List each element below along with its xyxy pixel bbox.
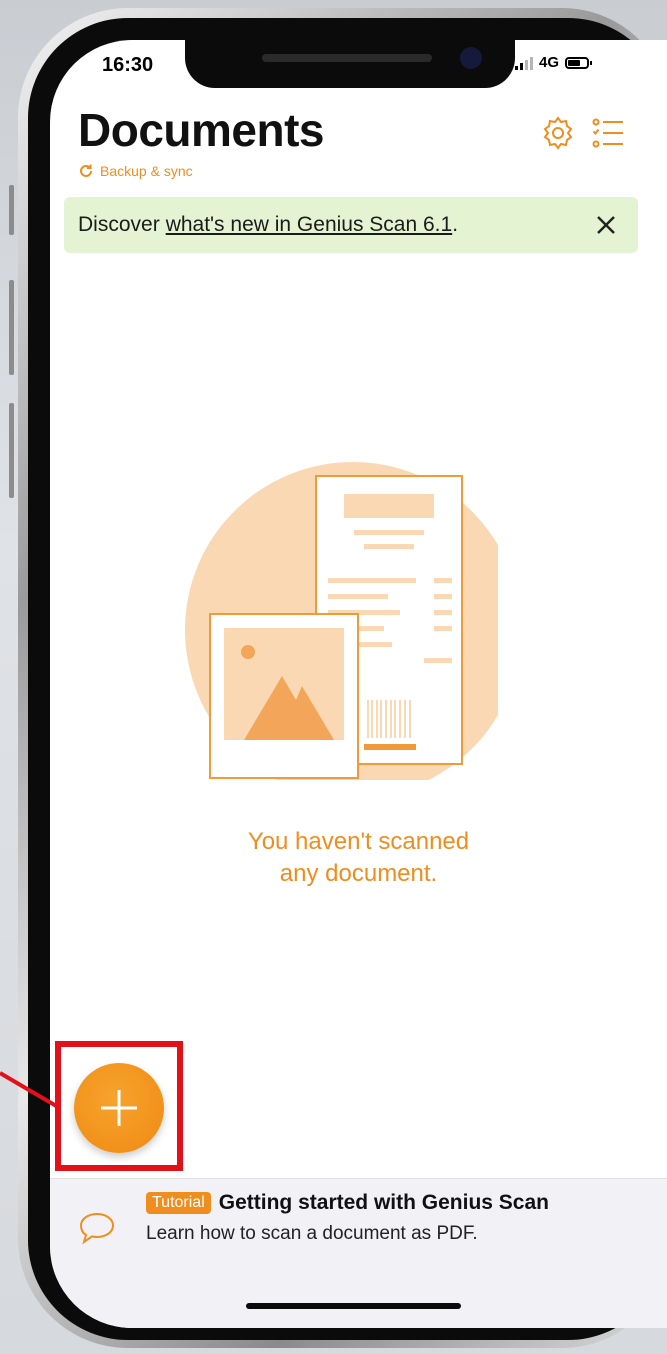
close-icon[interactable] [592, 211, 620, 239]
empty-state-line2: any document. [279, 860, 438, 887]
network-label: 4G [539, 54, 560, 71]
tutorial-title-row: Tutorial Getting started with Genius Sca… [146, 1191, 549, 1215]
battery-icon [565, 56, 593, 69]
home-indicator[interactable] [246, 1303, 461, 1309]
empty-state-illustration [185, 462, 498, 780]
empty-state-line1: You haven't scanned [247, 828, 470, 855]
header-actions [540, 115, 626, 151]
front-camera [460, 47, 482, 69]
tutorial-badge: Tutorial [146, 1192, 211, 1214]
sync-icon [80, 164, 92, 177]
notch [185, 40, 515, 88]
status-indicators: 4G [515, 54, 593, 71]
speaker-grille [262, 54, 432, 62]
whats-new-banner[interactable]: Discover what's new in Genius Scan 6.1 . [64, 197, 638, 253]
page-title: Documents [78, 104, 324, 156]
tutorial-title: Getting started with Genius Scan [218, 1191, 549, 1214]
annotation-highlight-box [55, 1041, 183, 1171]
tutorial-subtitle: Learn how to scan a document as PDF. [146, 1223, 478, 1244]
whats-new-link[interactable]: what's new in Genius Scan 6.1 [166, 213, 453, 237]
gear-icon[interactable] [540, 115, 576, 151]
status-time: 16:30 [102, 54, 154, 76]
annotation-pointer-line [0, 1071, 60, 1109]
banner-prefix: Discover [78, 213, 160, 236]
sync-label: Backup & sync [100, 163, 193, 179]
banner-suffix: . [452, 213, 459, 236]
backup-sync-button[interactable]: Backup & sync [78, 163, 193, 179]
signal-icon [515, 56, 533, 70]
speech-bubble-icon [79, 1212, 115, 1245]
list-icon[interactable] [590, 115, 626, 151]
